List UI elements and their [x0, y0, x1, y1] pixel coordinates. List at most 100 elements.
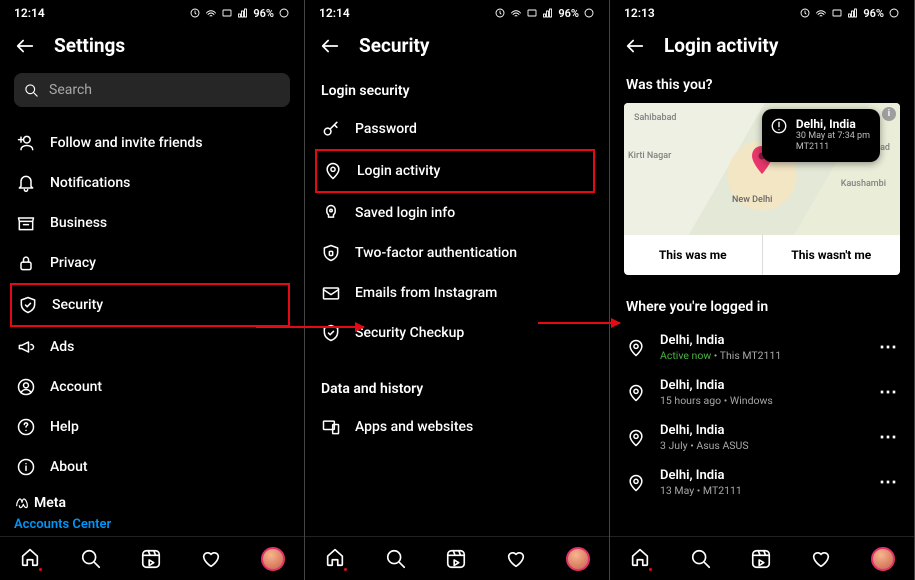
settings-item-theme[interactable]: Theme — [14, 487, 290, 495]
map-card: i Sahibabad Kirti Nagar Ghaziabad Kausha… — [624, 103, 900, 275]
nav-search[interactable] — [385, 548, 407, 570]
this-wasnt-me-button[interactable]: This wasn't me — [762, 235, 901, 275]
back-icon[interactable] — [624, 35, 646, 57]
person-icon — [16, 377, 36, 397]
map-city-label: New Delhi — [732, 195, 772, 205]
nav-profile[interactable] — [566, 547, 590, 571]
status-icons: 96% — [494, 7, 595, 20]
help-icon — [16, 417, 36, 437]
more-icon[interactable]: ⋯ — [879, 382, 898, 403]
more-icon[interactable]: ⋯ — [879, 337, 898, 358]
megaphone-icon — [16, 337, 36, 357]
devices-icon — [321, 417, 341, 437]
screen-login-activity: 12:13 96% Login activity Was this you? i… — [610, 0, 915, 580]
accounts-center-link[interactable]: Accounts Center — [14, 517, 290, 532]
nav-reels[interactable] — [750, 548, 772, 570]
nav-reels[interactable] — [445, 548, 467, 570]
settings-item-help[interactable]: Help — [14, 407, 290, 447]
status-bar: 12:13 96% — [610, 0, 914, 26]
status-time: 12:14 — [14, 6, 45, 20]
bottom-nav — [305, 536, 609, 580]
page-title: Login activity — [664, 34, 778, 57]
nav-profile[interactable] — [871, 547, 895, 571]
security-item-checkup[interactable]: Security Checkup — [319, 313, 595, 353]
location-pin-icon — [626, 428, 646, 448]
status-bar: 12:14 96% — [0, 0, 304, 26]
header: Security — [305, 26, 609, 73]
map[interactable]: i Sahibabad Kirti Nagar Ghaziabad Kausha… — [624, 103, 900, 235]
nav-reels[interactable] — [140, 548, 162, 570]
security-item-saved-login[interactable]: Saved login info — [319, 193, 595, 233]
nav-activity[interactable] — [505, 548, 527, 570]
settings-item-notifications[interactable]: Notifications — [14, 163, 290, 203]
lock-icon — [16, 253, 36, 273]
search-icon — [24, 83, 39, 98]
status-time: 12:14 — [319, 6, 350, 20]
status-icons: 96% — [189, 7, 290, 20]
nav-activity[interactable] — [200, 548, 222, 570]
bottom-nav — [610, 536, 914, 580]
settings-item-account[interactable]: Account — [14, 367, 290, 407]
back-icon[interactable] — [14, 35, 36, 57]
security-item-password[interactable]: Password — [319, 109, 595, 149]
screen-security: 12:14 96% Security Login security Passwo… — [305, 0, 610, 580]
more-icon[interactable]: ⋯ — [879, 427, 898, 448]
session-row[interactable]: Delhi, India Active now • This MT2111 ⋯ — [624, 325, 900, 370]
back-icon[interactable] — [319, 35, 341, 57]
session-row[interactable]: Delhi, India 15 hours ago • Windows ⋯ — [624, 370, 900, 415]
nav-home[interactable] — [19, 546, 41, 572]
prompt-label: Was this you? — [624, 73, 900, 101]
security-item-apps-websites[interactable]: Apps and websites — [319, 407, 595, 447]
nav-home[interactable] — [629, 546, 651, 572]
screen-settings: 12:14 96% Settings Search Follow and inv… — [0, 0, 305, 580]
location-pin-icon — [626, 383, 646, 403]
nav-search[interactable] — [690, 548, 712, 570]
security-item-emails[interactable]: Emails from Instagram — [319, 273, 595, 313]
location-pin-icon — [626, 473, 646, 493]
shield-lock-icon — [321, 243, 341, 263]
settings-item-follow-invite[interactable]: Follow and invite friends — [14, 123, 290, 163]
alert-icon — [770, 117, 788, 135]
settings-item-business[interactable]: Business — [14, 203, 290, 243]
mail-icon — [321, 283, 341, 303]
nav-home[interactable] — [324, 546, 346, 572]
page-title: Security — [359, 34, 429, 57]
security-item-login-activity[interactable]: Login activity — [315, 149, 595, 193]
location-pin-icon — [626, 338, 646, 358]
status-bar: 12:14 96% — [305, 0, 609, 26]
settings-item-about[interactable]: About — [14, 447, 290, 487]
header: Settings — [0, 26, 304, 73]
this-was-me-button[interactable]: This was me — [624, 235, 762, 275]
info-icon[interactable]: i — [882, 107, 896, 121]
settings-item-ads[interactable]: Ads — [14, 327, 290, 367]
keyhole-icon — [321, 203, 341, 223]
page-title: Settings — [54, 34, 125, 57]
more-icon[interactable]: ⋯ — [879, 472, 898, 493]
settings-item-privacy[interactable]: Privacy — [14, 243, 290, 283]
security-item-two-factor[interactable]: Two-factor authentication — [319, 233, 595, 273]
info-icon — [16, 457, 36, 477]
header: Login activity — [610, 26, 914, 73]
nav-activity[interactable] — [810, 548, 832, 570]
status-icons: 96% — [799, 7, 900, 20]
meta-footer: Meta Accounts Center — [0, 495, 304, 536]
store-icon — [16, 213, 36, 233]
key-icon — [321, 119, 341, 139]
search-input[interactable]: Search — [14, 73, 290, 107]
add-user-icon — [16, 133, 36, 153]
bottom-nav — [0, 536, 304, 580]
section-login-security: Login security — [319, 73, 595, 109]
nav-profile[interactable] — [261, 547, 285, 571]
nav-search[interactable] — [80, 548, 102, 570]
status-time: 12:13 — [624, 6, 655, 20]
settings-item-security[interactable]: Security — [10, 283, 290, 327]
flow-arrow-1 — [256, 326, 364, 328]
bell-icon — [16, 173, 36, 193]
location-pin-icon — [323, 161, 343, 181]
map-tooltip: Delhi, India 30 May at 7:34 pm MT2111 — [762, 109, 880, 162]
flow-arrow-2 — [538, 322, 620, 324]
section-logged-in: Where you're logged in — [624, 289, 900, 325]
section-data-history: Data and history — [319, 371, 595, 407]
session-row[interactable]: Delhi, India 3 July • Asus ASUS ⋯ — [624, 415, 900, 460]
session-row[interactable]: Delhi, India 13 May • MT2111 ⋯ — [624, 460, 900, 505]
